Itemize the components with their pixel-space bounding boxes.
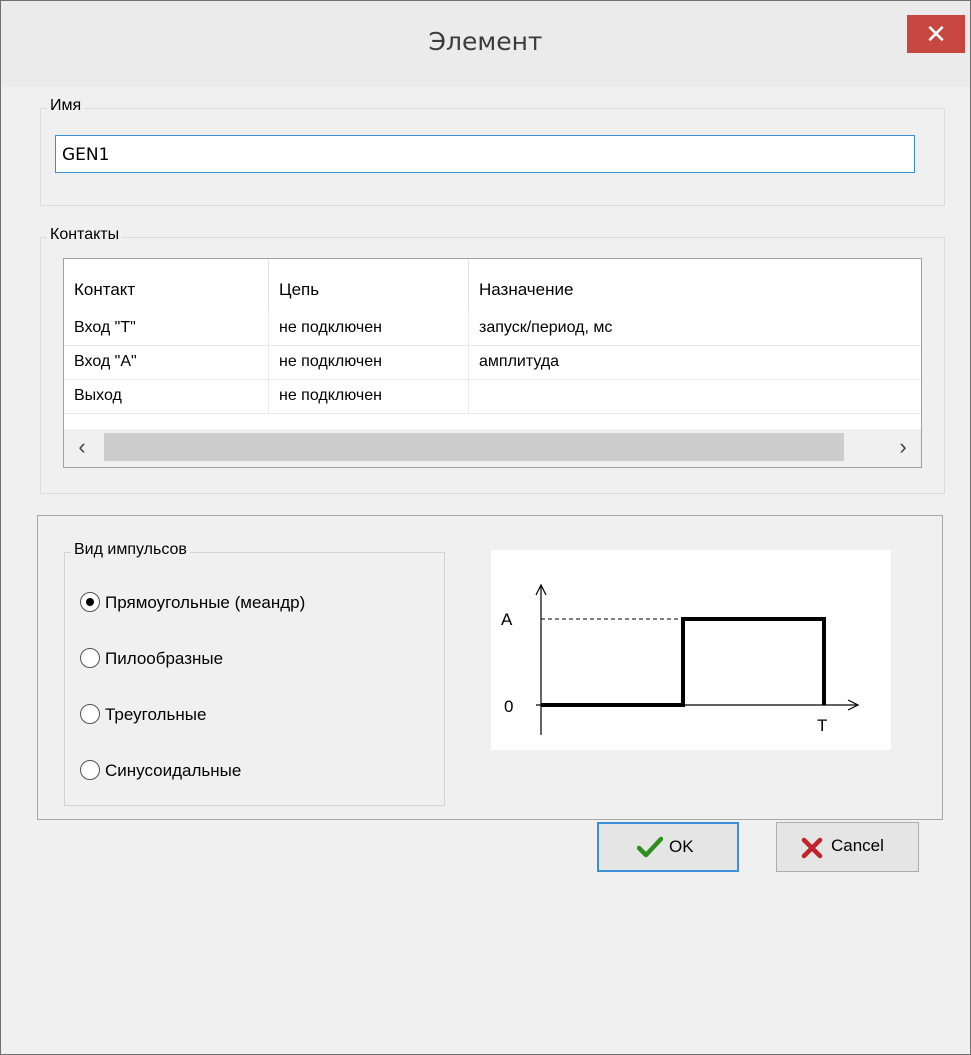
column-header-net[interactable]: Цепь	[269, 259, 469, 311]
table-cell: не подключен	[269, 345, 469, 379]
radio-circle	[80, 648, 100, 668]
ok-button[interactable]: OK	[597, 822, 739, 872]
table-cell: не подключен	[269, 379, 469, 413]
cancel-x-icon	[801, 837, 823, 859]
contacts-table[interactable]: Контакт Цепь Назначение Вход "T" не подк…	[63, 258, 922, 468]
table-cell: не подключен	[269, 311, 469, 345]
cancel-label: Cancel	[831, 836, 884, 855]
scrollbar-thumb[interactable]	[104, 433, 844, 461]
close-button[interactable]: ✕	[907, 15, 965, 53]
name-group-legend: Имя	[47, 97, 85, 115]
close-icon: ✕	[925, 19, 947, 49]
horizontal-scrollbar[interactable]: ‹ ›	[64, 429, 921, 467]
waveform-svg: A 0 T	[501, 583, 860, 735]
waveform-diagram: A 0 T	[491, 550, 891, 750]
radio-label: Треугольные	[105, 705, 207, 724]
radio-dot	[86, 598, 94, 606]
column-header-purpose[interactable]: Назначение	[469, 259, 921, 311]
table-cell: Вход "A"	[64, 345, 269, 379]
radio-label: Прямоугольные (меандр)	[105, 593, 306, 612]
window-title: Элемент	[428, 27, 543, 56]
table-cell: Выход	[64, 379, 269, 413]
table-cell: амплитуда	[479, 353, 560, 370]
pulse-type-legend: Вид импульсов	[71, 541, 190, 559]
radio-circle	[80, 592, 100, 612]
table-cell: запуск/период, мс	[479, 319, 613, 336]
scroll-right-icon[interactable]: ›	[885, 429, 921, 467]
scroll-left-icon[interactable]: ‹	[64, 429, 100, 467]
title-bar[interactable]: Элемент ✕	[1, 1, 970, 87]
label-a: A	[501, 610, 513, 629]
checkmark-icon	[637, 836, 663, 858]
radio-label: Синусоидальные	[105, 761, 242, 780]
ok-label: OK	[669, 837, 694, 856]
square-wave	[541, 617, 826, 707]
table-cell	[469, 379, 921, 413]
table-row[interactable]: Вход "A" не подключен амплитуда	[64, 345, 921, 380]
cancel-button[interactable]: Cancel	[776, 822, 919, 872]
name-input[interactable]: GEN1	[55, 135, 915, 173]
table-cell: Вход "T"	[64, 311, 269, 345]
label-zero: 0	[504, 697, 513, 716]
table-row[interactable]: Выход не подключен	[64, 379, 921, 414]
radio-circle	[80, 760, 100, 780]
radio-label: Пилообразные	[105, 649, 224, 668]
column-header-contact[interactable]: Контакт	[64, 259, 269, 311]
radio-circle	[80, 704, 100, 724]
label-t: T	[817, 716, 827, 735]
table-row[interactable]: Вход "T" не подключен запуск/период, мс	[64, 311, 921, 346]
contacts-group-legend: Контакты	[47, 226, 123, 244]
